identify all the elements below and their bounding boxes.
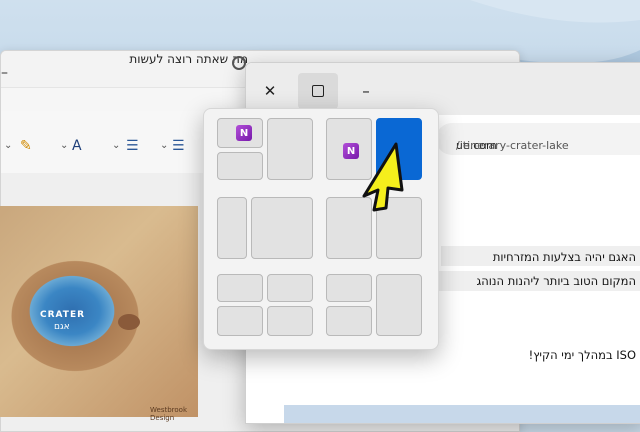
maximize-icon xyxy=(312,85,324,97)
minimize-button[interactable]: – xyxy=(346,73,386,109)
snap-zone-stack-top[interactable] xyxy=(326,274,372,302)
snap-zone-right[interactable] xyxy=(267,118,313,180)
mouse-cursor-icon xyxy=(362,142,404,212)
numbering-icon[interactable]: ☰ xyxy=(126,138,139,154)
bullets-icon[interactable]: ☰ xyxy=(172,138,185,154)
snap-zone-tall-right[interactable] xyxy=(376,274,422,336)
chevron-down-icon[interactable]: ⌄ xyxy=(4,140,12,151)
address-bar[interactable]: ue.com/itinerary-crater-lake xyxy=(436,123,640,155)
snap-zone-narrow-left[interactable] xyxy=(217,197,247,259)
snap-zone-top-left[interactable]: N xyxy=(217,118,263,148)
crater-lake-map-image: CRATER אגם Westbrook Design xyxy=(0,206,198,422)
chevron-down-icon[interactable]: ⌄ xyxy=(160,140,168,151)
minimize-icon: – xyxy=(362,82,370,100)
snap-zone-quad-tr[interactable] xyxy=(267,274,313,302)
maximize-button[interactable] xyxy=(298,73,338,109)
snap-zone-stack-bottom[interactable] xyxy=(326,306,372,336)
wizard-island xyxy=(118,314,140,330)
snap-zone-wide-right[interactable] xyxy=(251,197,313,259)
snap-zone-bottom-left[interactable] xyxy=(217,152,263,180)
highlight-icon[interactable]: ✎ xyxy=(20,138,32,154)
snap-zone-quad-bl[interactable] xyxy=(217,306,263,336)
lightbulb-icon xyxy=(232,56,246,70)
address-path: /itinerary-crater-lake xyxy=(456,139,569,152)
font-color-icon[interactable]: A xyxy=(72,138,82,154)
map-footer: Westbrook Design xyxy=(150,406,187,422)
tell-me-search[interactable]: מה שאתה רוצה לעשות xyxy=(88,52,248,66)
snap-zone-quad-tl[interactable] xyxy=(217,274,263,302)
map-label-lake: אגם xyxy=(54,322,70,332)
snap-zone-quad-br[interactable] xyxy=(267,306,313,336)
close-button[interactable]: ✕ xyxy=(250,73,290,109)
page-text-line: ISO במהלך ימי הקיץ! xyxy=(528,348,636,362)
onenote-icon: N xyxy=(232,125,252,141)
map-label-crater: CRATER xyxy=(40,310,86,320)
page-text-line: המקום הטוב ביותר ליהנות הנוהג xyxy=(476,274,636,288)
word-minimize-button[interactable]: – xyxy=(1,65,8,81)
close-icon: ✕ xyxy=(263,82,277,100)
page-text-line: האגם יהיה בצלעות המזרחיות xyxy=(492,250,636,264)
chevron-down-icon[interactable]: ⌄ xyxy=(112,140,120,151)
page-image xyxy=(284,405,640,423)
chevron-down-icon[interactable]: ⌄ xyxy=(60,140,68,151)
